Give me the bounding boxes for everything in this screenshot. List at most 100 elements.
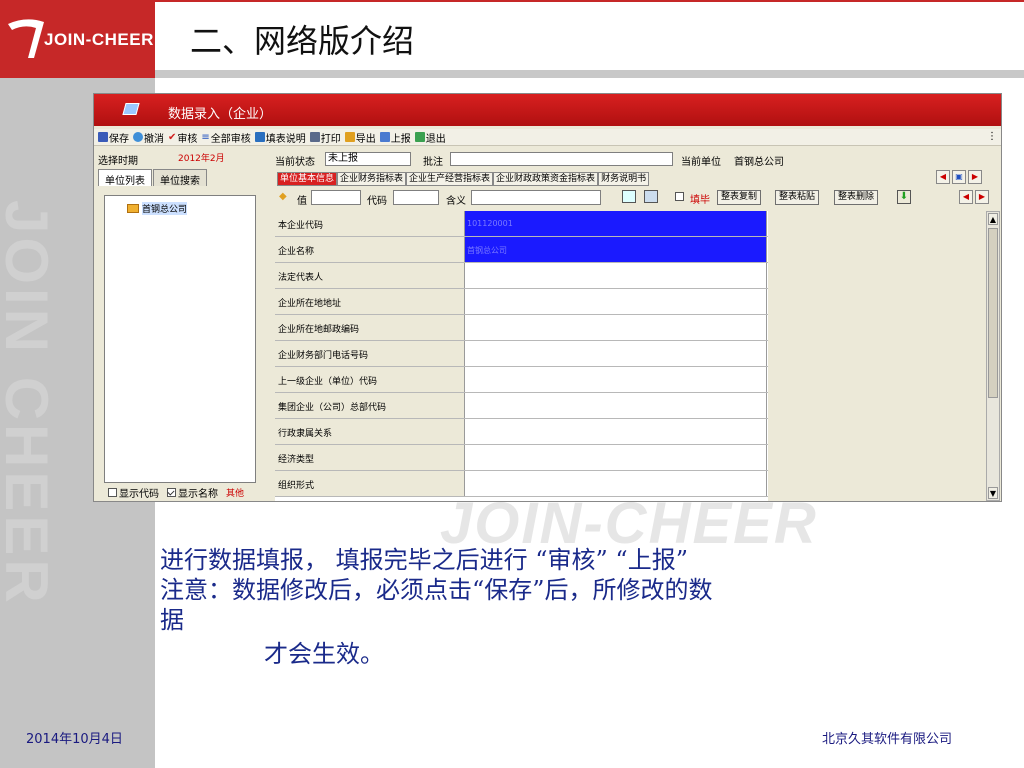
vertical-scrollbar[interactable]: ▲ ▼ <box>986 211 1000 501</box>
table-row: 企业所在地地址 <box>275 289 768 315</box>
report-tabs: 单位基本信息 企业财务指标表 企业生产经营指标表 企业财政政策资金指标表 财务说… <box>277 172 650 186</box>
row-value-cell[interactable] <box>465 393 767 418</box>
tab-basic-info[interactable]: 单位基本信息 <box>277 172 338 186</box>
table-row: 企业所在地邮政编码 <box>275 315 768 341</box>
slide-title: 二、网络版介绍 <box>190 22 415 60</box>
audit-all-button[interactable]: ≡ 全部审核 <box>201 130 250 145</box>
table-row: 集团企业（公司）总部代码 <box>275 393 768 419</box>
folder-icon <box>127 204 139 213</box>
row-value-cell[interactable] <box>465 289 767 314</box>
table-delete-button[interactable]: 整表删除 <box>834 190 879 205</box>
export-label: 导出 <box>355 133 376 145</box>
instructions-button[interactable]: 填表说明 <box>254 130 306 145</box>
book-icon <box>254 132 265 142</box>
value-input[interactable] <box>311 190 361 205</box>
row-value-cell[interactable] <box>465 471 767 496</box>
tab-next-button[interactable]: ▶ <box>968 170 982 184</box>
app-window: 数据录入（企业） 保存 撤消 ✔ 审核 ≡ 全部审核 填表说明 打印 导出 上报 退… <box>93 93 1002 502</box>
body-line-1: 进行数据填报， 填报完毕之后进行 “审核” “上报” <box>160 546 688 574</box>
row-value-cell[interactable] <box>465 315 767 340</box>
row-value-cell[interactable] <box>465 263 767 288</box>
row-label: 上一级企业（单位）代码 <box>275 367 465 392</box>
logo-block: JOIN-CHEER <box>0 0 155 78</box>
table-row: 经济类型 <box>275 445 768 471</box>
tab-financial-notes[interactable]: 财务说明书 <box>598 172 650 186</box>
footer-date: 2014年10月4日 <box>26 732 123 747</box>
show-name-label: 显示名称 <box>178 489 218 500</box>
show-name-checkbox[interactable] <box>167 488 176 497</box>
body-line-4: 才会生效。 <box>264 640 384 668</box>
sheet-prev-button[interactable]: ◀ <box>959 190 973 204</box>
chart-icon[interactable] <box>622 190 636 203</box>
note-field[interactable] <box>450 152 673 166</box>
print-button[interactable]: 打印 <box>309 130 341 145</box>
other-link[interactable]: 其他 <box>226 486 244 499</box>
body-line-3: 据 <box>160 606 184 634</box>
tab-prev-button[interactable]: ◀ <box>936 170 950 184</box>
scroll-up-icon[interactable]: ▲ <box>988 213 998 225</box>
row-label: 企业名称 <box>275 237 465 262</box>
row-value-cell[interactable]: 首钢总公司 <box>465 237 767 262</box>
grid-icon[interactable] <box>644 190 658 203</box>
note-label: 批注 <box>423 157 443 168</box>
undo-button[interactable]: 撤消 <box>133 130 164 145</box>
row-label: 集团企业（公司）总部代码 <box>275 393 465 418</box>
tab-production[interactable]: 企业生产经营指标表 <box>406 172 494 186</box>
scroll-thumb[interactable] <box>988 228 998 398</box>
tab-list-button[interactable]: ▣ <box>952 170 966 184</box>
scroll-down-icon[interactable]: ▼ <box>988 487 998 499</box>
audit-label: 审核 <box>177 133 198 145</box>
finish-checkbox[interactable] <box>675 192 684 201</box>
toolbar: 保存 撤消 ✔ 审核 ≡ 全部审核 填表说明 打印 导出 上报 退出 ⋮ <box>94 129 1001 146</box>
submit-button[interactable]: 上报 <box>379 130 411 145</box>
row-value-cell[interactable] <box>465 341 767 366</box>
row-label: 企业所在地邮政编码 <box>275 315 465 340</box>
exit-button[interactable]: 退出 <box>414 130 446 145</box>
window-title: 数据录入（企业） <box>168 107 273 122</box>
export-button[interactable]: 导出 <box>344 130 376 145</box>
sheet-next-button[interactable]: ▶ <box>975 190 989 204</box>
table-row: 法定代表人 <box>275 263 768 289</box>
show-code-checkbox[interactable] <box>108 488 117 497</box>
row-label: 企业所在地地址 <box>275 289 465 314</box>
save-label: 保存 <box>109 133 129 145</box>
header-gray-stripe <box>155 70 1024 78</box>
table-paste-button[interactable]: 整表粘贴 <box>775 190 820 205</box>
tab-unit-search[interactable]: 单位搜索 <box>153 169 207 187</box>
left-tabs: 单位列表 单位搜索 <box>98 169 208 187</box>
row-value-cell[interactable] <box>465 367 767 392</box>
window-titlebar: 数据录入（企业） <box>94 94 1001 126</box>
code-input[interactable] <box>393 190 439 205</box>
show-code-label: 显示代码 <box>119 489 159 500</box>
printer-icon <box>309 132 320 142</box>
tab-unit-list[interactable]: 单位列表 <box>98 169 152 187</box>
meaning-input[interactable] <box>471 190 601 205</box>
row-label: 本企业代码 <box>275 211 465 236</box>
status-label: 当前状态 <box>275 157 315 168</box>
meaning-label: 含义 <box>446 196 466 207</box>
tree-node[interactable]: 首钢总公司 <box>127 202 188 215</box>
period-value[interactable]: 2012年2月 <box>178 151 225 164</box>
row-value-cell[interactable] <box>465 445 767 470</box>
status-field[interactable]: 未上报 <box>325 152 411 166</box>
save-button[interactable]: 保存 <box>98 130 129 145</box>
unit-tree: 首钢总公司 <box>104 195 256 483</box>
submit-label: 上报 <box>390 133 411 145</box>
row-label: 组织形式 <box>275 471 465 496</box>
table-copy-button[interactable]: 整表复制 <box>717 190 762 205</box>
row-label: 行政隶属关系 <box>275 419 465 444</box>
tab-policy-fund[interactable]: 企业财政政策资金指标表 <box>493 172 599 186</box>
logo-swoosh-icon <box>8 19 44 58</box>
row-value-cell[interactable] <box>465 419 767 444</box>
toolbar-overflow[interactable]: ⋮ <box>987 131 997 142</box>
down-arrow-icon[interactable]: ⬇ <box>897 190 911 204</box>
tab-financial[interactable]: 企业财务指标表 <box>337 172 407 186</box>
table-row: 组织形式 <box>275 471 768 497</box>
finish-label: 填毕 <box>690 195 710 206</box>
undo-icon <box>133 132 143 142</box>
current-unit-label: 当前单位 <box>681 157 721 168</box>
table-row: 行政隶属关系 <box>275 419 768 445</box>
row-value-cell[interactable]: 101120001 <box>465 211 767 236</box>
checkmark-icon: ✔ <box>168 131 177 143</box>
audit-button[interactable]: ✔ 审核 <box>168 130 197 145</box>
